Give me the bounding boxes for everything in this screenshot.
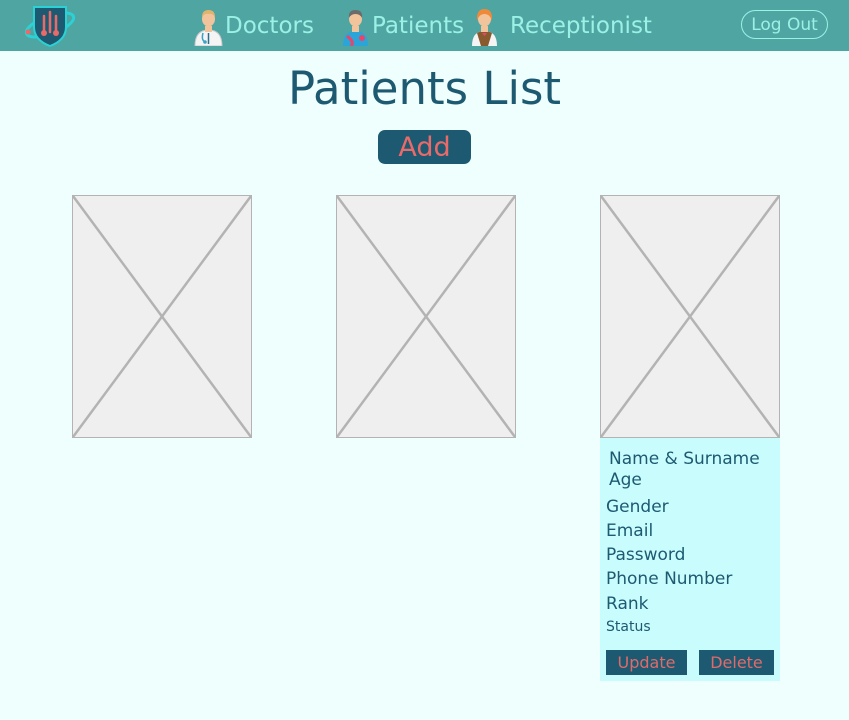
top-navbar: Doctors Patients Receptionist Log Out bbox=[0, 0, 849, 51]
detail-rank: Rank bbox=[606, 594, 649, 614]
nav-patients[interactable]: Patients bbox=[339, 0, 464, 51]
doctor-icon bbox=[192, 6, 225, 46]
patient-card-image[interactable] bbox=[600, 195, 780, 438]
nav-receptionist[interactable]: Receptionist bbox=[468, 0, 652, 51]
detail-password: Password bbox=[606, 545, 686, 565]
page-title: Patients List bbox=[287, 62, 562, 115]
patient-details-panel: Name & Surname Age Gender Email Password… bbox=[600, 438, 780, 681]
detail-email: Email bbox=[606, 521, 654, 541]
patient-icon bbox=[339, 6, 372, 46]
add-patient-button[interactable]: Add bbox=[378, 130, 471, 164]
detail-phone-number: Phone Number bbox=[606, 569, 733, 589]
patient-card-image[interactable] bbox=[72, 195, 252, 438]
detail-status: Status bbox=[606, 619, 651, 635]
image-placeholder-icon bbox=[337, 196, 515, 437]
hospital-logo-icon[interactable] bbox=[22, 2, 78, 48]
detail-age: Age bbox=[609, 470, 642, 490]
image-placeholder-icon bbox=[73, 196, 251, 437]
detail-gender: Gender bbox=[606, 497, 669, 517]
nav-doctors-label: Doctors bbox=[225, 12, 314, 39]
delete-button[interactable]: Delete bbox=[699, 650, 774, 675]
nav-doctors[interactable]: Doctors bbox=[192, 0, 314, 51]
logout-button[interactable]: Log Out bbox=[741, 10, 828, 39]
detail-name-surname: Name & Surname bbox=[609, 449, 760, 469]
patient-card-image[interactable] bbox=[336, 195, 516, 438]
update-button[interactable]: Update bbox=[606, 650, 687, 675]
image-placeholder-icon bbox=[601, 196, 779, 437]
nav-patients-label: Patients bbox=[372, 12, 465, 39]
nav-receptionist-label: Receptionist bbox=[510, 12, 652, 39]
receptionist-icon bbox=[468, 6, 501, 46]
